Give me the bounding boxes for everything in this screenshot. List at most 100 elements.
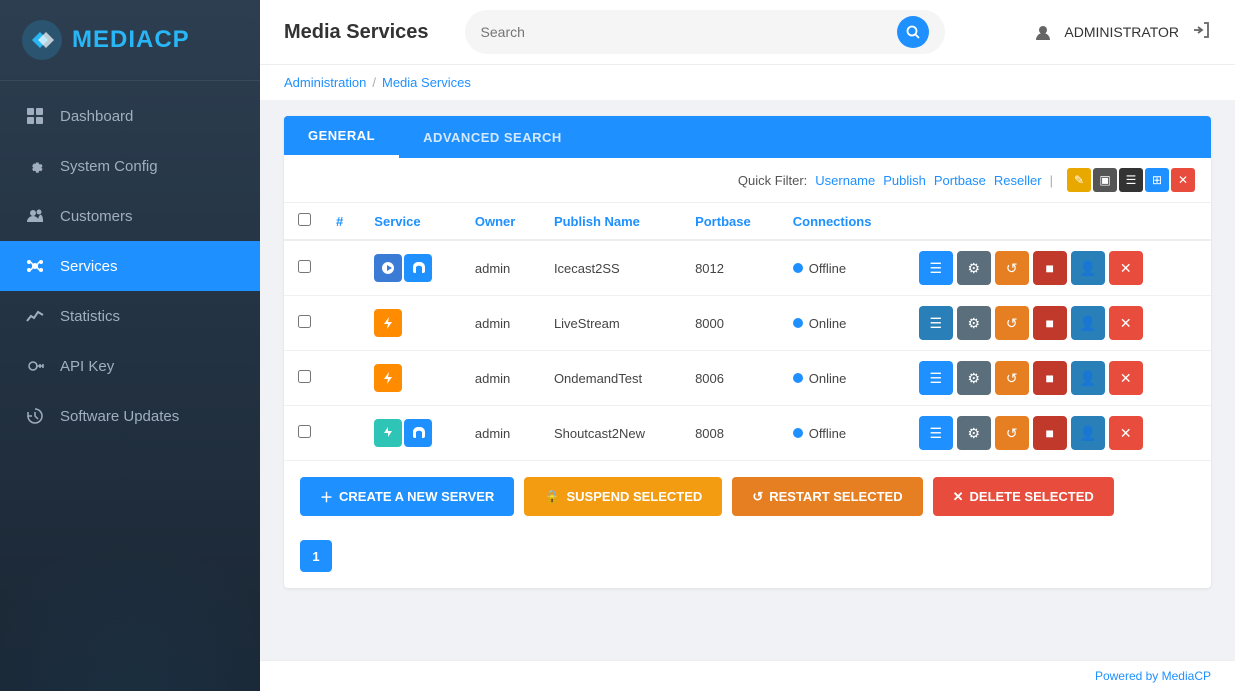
delete-btn-4[interactable]: ✕	[1109, 416, 1143, 450]
filter-publish[interactable]: Publish	[883, 173, 926, 188]
restart-btn-3[interactable]: ↺	[995, 361, 1029, 395]
settings-btn-4[interactable]: ⚙	[957, 416, 991, 450]
row-portbase-3: 8006	[683, 351, 781, 406]
menu-btn-3[interactable]: ☰	[919, 361, 953, 395]
row-checkbox-3[interactable]	[298, 370, 311, 383]
create-label: CREATE A NEW SERVER	[339, 489, 494, 504]
tab-general[interactable]: GENERAL	[284, 116, 399, 158]
restart-btn-2[interactable]: ↺	[995, 306, 1029, 340]
delete-btn-3[interactable]: ✕	[1109, 361, 1143, 395]
settings-btn-1[interactable]: ⚙	[957, 251, 991, 285]
delete-btn-2[interactable]: ✕	[1109, 306, 1143, 340]
filter-reseller[interactable]: Reseller	[994, 173, 1042, 188]
search-button[interactable]	[897, 16, 929, 48]
settings-btn-3[interactable]: ⚙	[957, 361, 991, 395]
search-input[interactable]	[481, 24, 897, 40]
service-icon-headphone	[404, 254, 432, 282]
status-1: Offline	[793, 261, 895, 276]
service-icon-bolt-3	[374, 364, 402, 392]
col-hash: #	[324, 203, 362, 240]
sidebar-item-customers[interactable]: Customers	[0, 191, 260, 241]
menu-btn-1[interactable]: ☰	[919, 251, 953, 285]
system-config-label: System Config	[60, 158, 158, 175]
breadcrumb-admin-link[interactable]: Administration	[284, 75, 366, 90]
col-service: Service	[362, 203, 463, 240]
create-server-button[interactable]: ＋ CREATE A NEW SERVER	[300, 477, 514, 516]
menu-btn-4[interactable]: ☰	[919, 416, 953, 450]
user-btn-4[interactable]: 👤	[1071, 416, 1105, 450]
statistics-icon	[24, 305, 46, 327]
tab-advanced-search[interactable]: ADVANCED SEARCH	[399, 116, 586, 158]
delete-selected-button[interactable]: ✕ DELETE SELECTED	[933, 477, 1114, 516]
delete-label: DELETE SELECTED	[970, 489, 1094, 504]
row-num-1	[324, 240, 362, 296]
pagination: 1	[284, 532, 1211, 588]
filter-icon-view[interactable]: ▣	[1093, 168, 1117, 192]
customers-icon	[24, 205, 46, 227]
create-icon: ＋	[320, 487, 333, 506]
row-checkbox-4[interactable]	[298, 425, 311, 438]
row-portbase-2: 8000	[683, 296, 781, 351]
service-icon-bolt-2	[374, 309, 402, 337]
select-all-checkbox[interactable]	[298, 213, 311, 226]
status-dot-4	[793, 428, 803, 438]
row-checkbox-2[interactable]	[298, 315, 311, 328]
user-btn-1[interactable]: 👤	[1071, 251, 1105, 285]
software-updates-label: Software Updates	[60, 408, 179, 425]
sidebar-item-api-key[interactable]: API Key	[0, 341, 260, 391]
main-card: GENERAL ADVANCED SEARCH Quick Filter: Us…	[284, 116, 1211, 588]
suspend-selected-button[interactable]: 🔒 SUSPEND SELECTED	[524, 477, 722, 516]
services-table: # Service Owner Publish Name Portbase Co…	[284, 203, 1211, 461]
settings-btn-2[interactable]: ⚙	[957, 306, 991, 340]
page-title: Media Services	[284, 21, 429, 44]
status-3: Online	[793, 371, 895, 386]
restart-btn-4[interactable]: ↺	[995, 416, 1029, 450]
quick-filter-label: Quick Filter:	[738, 173, 807, 188]
sidebar-item-software-updates[interactable]: Software Updates	[0, 391, 260, 441]
restart-btn-1[interactable]: ↺	[995, 251, 1029, 285]
row-publish-4: Shoutcast2New	[542, 406, 683, 461]
filter-icon-group: ✎ ▣ ☰ ⊞ ✕	[1067, 168, 1195, 192]
menu-btn-2[interactable]: ☰	[919, 306, 953, 340]
status-label-3: Online	[809, 371, 847, 386]
sidebar-item-services[interactable]: Services	[0, 241, 260, 291]
logout-button[interactable]	[1191, 20, 1211, 45]
filter-icon-x[interactable]: ✕	[1171, 168, 1195, 192]
row-actions-3: ☰ ⚙ ↺ ■ 👤 ✕	[907, 351, 1211, 406]
row-connections-2: Online	[781, 296, 907, 351]
filter-separator: |	[1050, 173, 1053, 188]
sidebar-item-dashboard[interactable]: Dashboard	[0, 91, 260, 141]
filter-username[interactable]: Username	[815, 173, 875, 188]
suspend-label: SUSPEND SELECTED	[567, 489, 703, 504]
restart-selected-button[interactable]: ↺ RESTART SELECTED	[732, 477, 922, 516]
row-num-4	[324, 406, 362, 461]
bottom-actions: ＋ CREATE A NEW SERVER 🔒 SUSPEND SELECTED…	[284, 461, 1211, 532]
stop-btn-1[interactable]: ■	[1033, 251, 1067, 285]
filter-portbase[interactable]: Portbase	[934, 173, 986, 188]
row-service-4	[362, 406, 463, 461]
services-label: Services	[60, 258, 118, 275]
customers-label: Customers	[60, 208, 133, 225]
row-connections-1: Offline	[781, 240, 907, 296]
user-btn-2[interactable]: 👤	[1071, 306, 1105, 340]
sidebar-item-system-config[interactable]: System Config	[0, 141, 260, 191]
breadcrumb: Administration / Media Services	[260, 64, 1235, 100]
delete-btn-1[interactable]: ✕	[1109, 251, 1143, 285]
col-actions	[907, 203, 1211, 240]
stop-btn-4[interactable]: ■	[1033, 416, 1067, 450]
topbar: Media Services ADMINISTRATOR	[260, 0, 1235, 64]
filter-icon-grid[interactable]: ⊞	[1145, 168, 1169, 192]
user-btn-3[interactable]: 👤	[1071, 361, 1105, 395]
sidebar-item-statistics[interactable]: Statistics	[0, 291, 260, 341]
logo-area: MEDIACP	[0, 0, 260, 81]
row-checkbox-1[interactable]	[298, 260, 311, 273]
col-portbase: Portbase	[683, 203, 781, 240]
delete-icon: ✕	[953, 489, 964, 505]
filter-icon-edit[interactable]: ✎	[1067, 168, 1091, 192]
filter-icon-dark[interactable]: ☰	[1119, 168, 1143, 192]
stop-btn-2[interactable]: ■	[1033, 306, 1067, 340]
user-icon	[1034, 23, 1052, 41]
page-1-button[interactable]: 1	[300, 540, 332, 572]
footer-text: Powered by MediaCP	[1095, 669, 1211, 683]
stop-btn-3[interactable]: ■	[1033, 361, 1067, 395]
